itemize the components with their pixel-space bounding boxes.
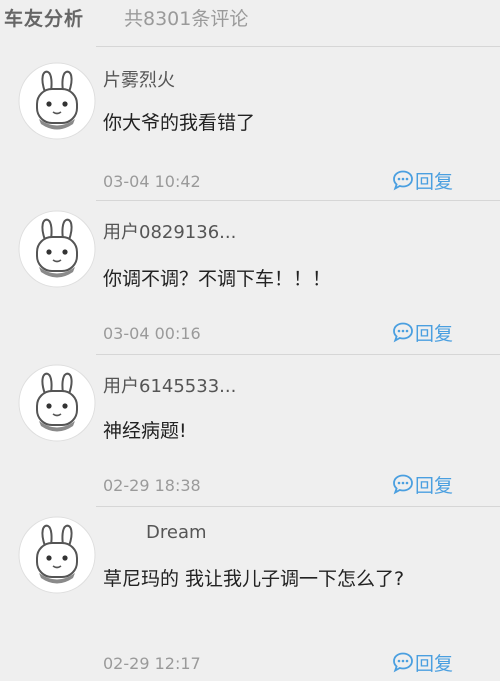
reply-button[interactable]: 回复 (392, 168, 454, 193)
comment-time: 03-04 10:42 (103, 172, 201, 191)
username[interactable]: Dream (146, 522, 207, 543)
comment-item: Dream 草尼玛的 我让我儿子调一下怎么了? 02-29 12:17 回复 (0, 506, 500, 681)
reply-button[interactable]: 回复 (392, 650, 454, 675)
reply-label: 回复 (415, 322, 454, 345)
comment-time: 03-04 00:16 (103, 324, 201, 343)
comment-time: 02-29 18:38 (103, 476, 201, 495)
comment-text: 你调不调？不调下车！！！ (103, 268, 332, 290)
username[interactable]: 片雾烈火 (103, 66, 175, 92)
comment-time: 02-29 12:17 (103, 654, 201, 673)
comment-text: 草尼玛的 我让我儿子调一下怎么了? (103, 568, 405, 590)
username[interactable]: 用户6145533... (103, 372, 236, 398)
chat-bubble-icon (393, 652, 413, 673)
reply-label: 回复 (415, 474, 454, 497)
bunny-avatar-icon[interactable] (18, 364, 96, 442)
reply-button[interactable]: 回复 (392, 472, 454, 497)
divider (96, 200, 500, 201)
divider (96, 354, 500, 355)
comment-count: 共8301条评论 (124, 8, 249, 30)
divider (96, 506, 500, 507)
comment-text: 神经病题! (103, 420, 187, 442)
section-title: 车友分析 (4, 8, 85, 30)
comments-header: 车友分析 共8301条评论 (0, 0, 500, 34)
comment-item: 用户0829136... 你调不调？不调下车！！！ 03-04 00:16 回复 (0, 200, 500, 354)
reply-label: 回复 (415, 652, 454, 675)
comment-item: 片雾烈火 你大爷的我看错了 03-04 10:42 回复 (0, 46, 500, 200)
bunny-avatar-icon[interactable] (18, 210, 96, 288)
username[interactable]: 用户0829136... (103, 218, 236, 244)
reply-label: 回复 (415, 170, 454, 193)
chat-bubble-icon (393, 170, 413, 191)
bunny-avatar-icon[interactable] (18, 62, 96, 140)
chat-bubble-icon (393, 322, 413, 343)
divider (96, 46, 500, 47)
comment-item: 用户6145533... 神经病题! 02-29 18:38 回复 (0, 354, 500, 506)
reply-button[interactable]: 回复 (392, 320, 454, 345)
comment-text: 你大爷的我看错了 (103, 112, 256, 134)
chat-bubble-icon (393, 474, 413, 495)
bunny-avatar-icon[interactable] (18, 516, 96, 594)
